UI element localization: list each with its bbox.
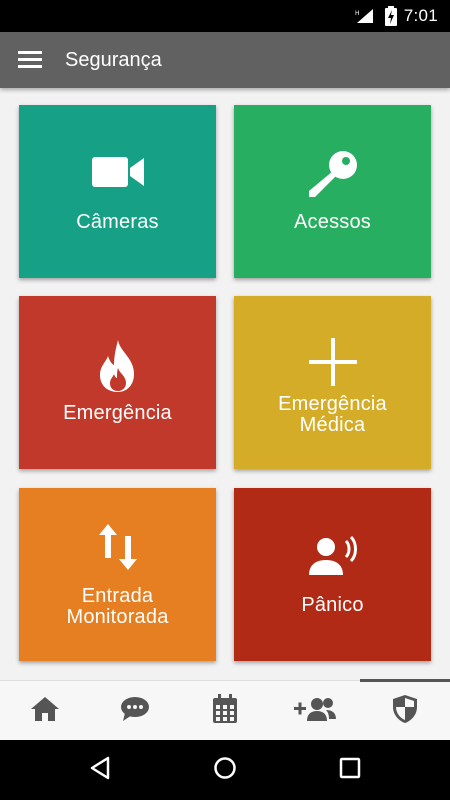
shield-icon	[392, 694, 418, 729]
tile-label: Emergência Médica	[234, 394, 431, 436]
home-button[interactable]	[210, 755, 240, 785]
back-triangle-icon	[89, 756, 111, 785]
tile-label: Entrada Monitorada	[19, 586, 216, 628]
add-user-icon	[293, 696, 337, 727]
tile-panic[interactable]: Pânico	[234, 488, 431, 661]
calendar-icon	[212, 693, 238, 729]
hamburger-menu-icon[interactable]	[18, 48, 44, 72]
fire-icon	[19, 338, 216, 394]
nav-add-user[interactable]	[270, 681, 360, 741]
recents-button[interactable]	[335, 755, 365, 785]
plus-icon	[234, 336, 431, 388]
tile-label: Pânico	[301, 594, 364, 616]
svg-text:H: H	[355, 10, 360, 17]
tile-label: Câmeras	[76, 211, 159, 233]
back-button[interactable]	[85, 755, 115, 785]
tile-label: Emergência	[63, 402, 172, 424]
nav-security[interactable]	[360, 681, 450, 741]
up-down-arrows-icon	[19, 522, 216, 572]
tile-label: Acessos	[294, 211, 371, 233]
nav-calendar[interactable]	[180, 681, 270, 741]
status-time: 7:01	[403, 6, 438, 25]
battery-charging-icon	[385, 6, 397, 31]
page-title: Segurança	[65, 49, 162, 71]
nav-home[interactable]	[0, 681, 90, 741]
tile-medical-emergency[interactable]: Emergência Médica	[234, 296, 431, 469]
tile-cameras[interactable]: Câmeras	[19, 105, 216, 278]
key-icon	[234, 149, 431, 201]
tile-label-line2: Médica	[299, 414, 366, 436]
bottom-nav	[0, 679, 450, 741]
recents-square-icon	[339, 757, 361, 784]
signal-icon: H	[355, 8, 375, 29]
video-camera-icon	[19, 155, 216, 189]
chat-icon	[120, 696, 150, 727]
tile-access[interactable]: Acessos	[234, 105, 431, 278]
nav-chat[interactable]	[90, 681, 180, 741]
tile-label-line1: Entrada	[81, 585, 154, 607]
tile-monitored-entry[interactable]: Entrada Monitorada	[19, 488, 216, 661]
tile-label-line1: Emergência	[278, 393, 387, 415]
app-bar: Segurança	[0, 32, 450, 88]
tile-label-line2: Monitorada	[66, 606, 169, 628]
home-icon	[30, 696, 60, 727]
system-nav-bar	[0, 740, 450, 800]
status-bar: H 7:01	[0, 0, 450, 32]
panic-speaker-icon	[234, 536, 431, 576]
home-circle-icon	[213, 756, 237, 785]
tile-emergency[interactable]: Emergência	[19, 296, 216, 469]
